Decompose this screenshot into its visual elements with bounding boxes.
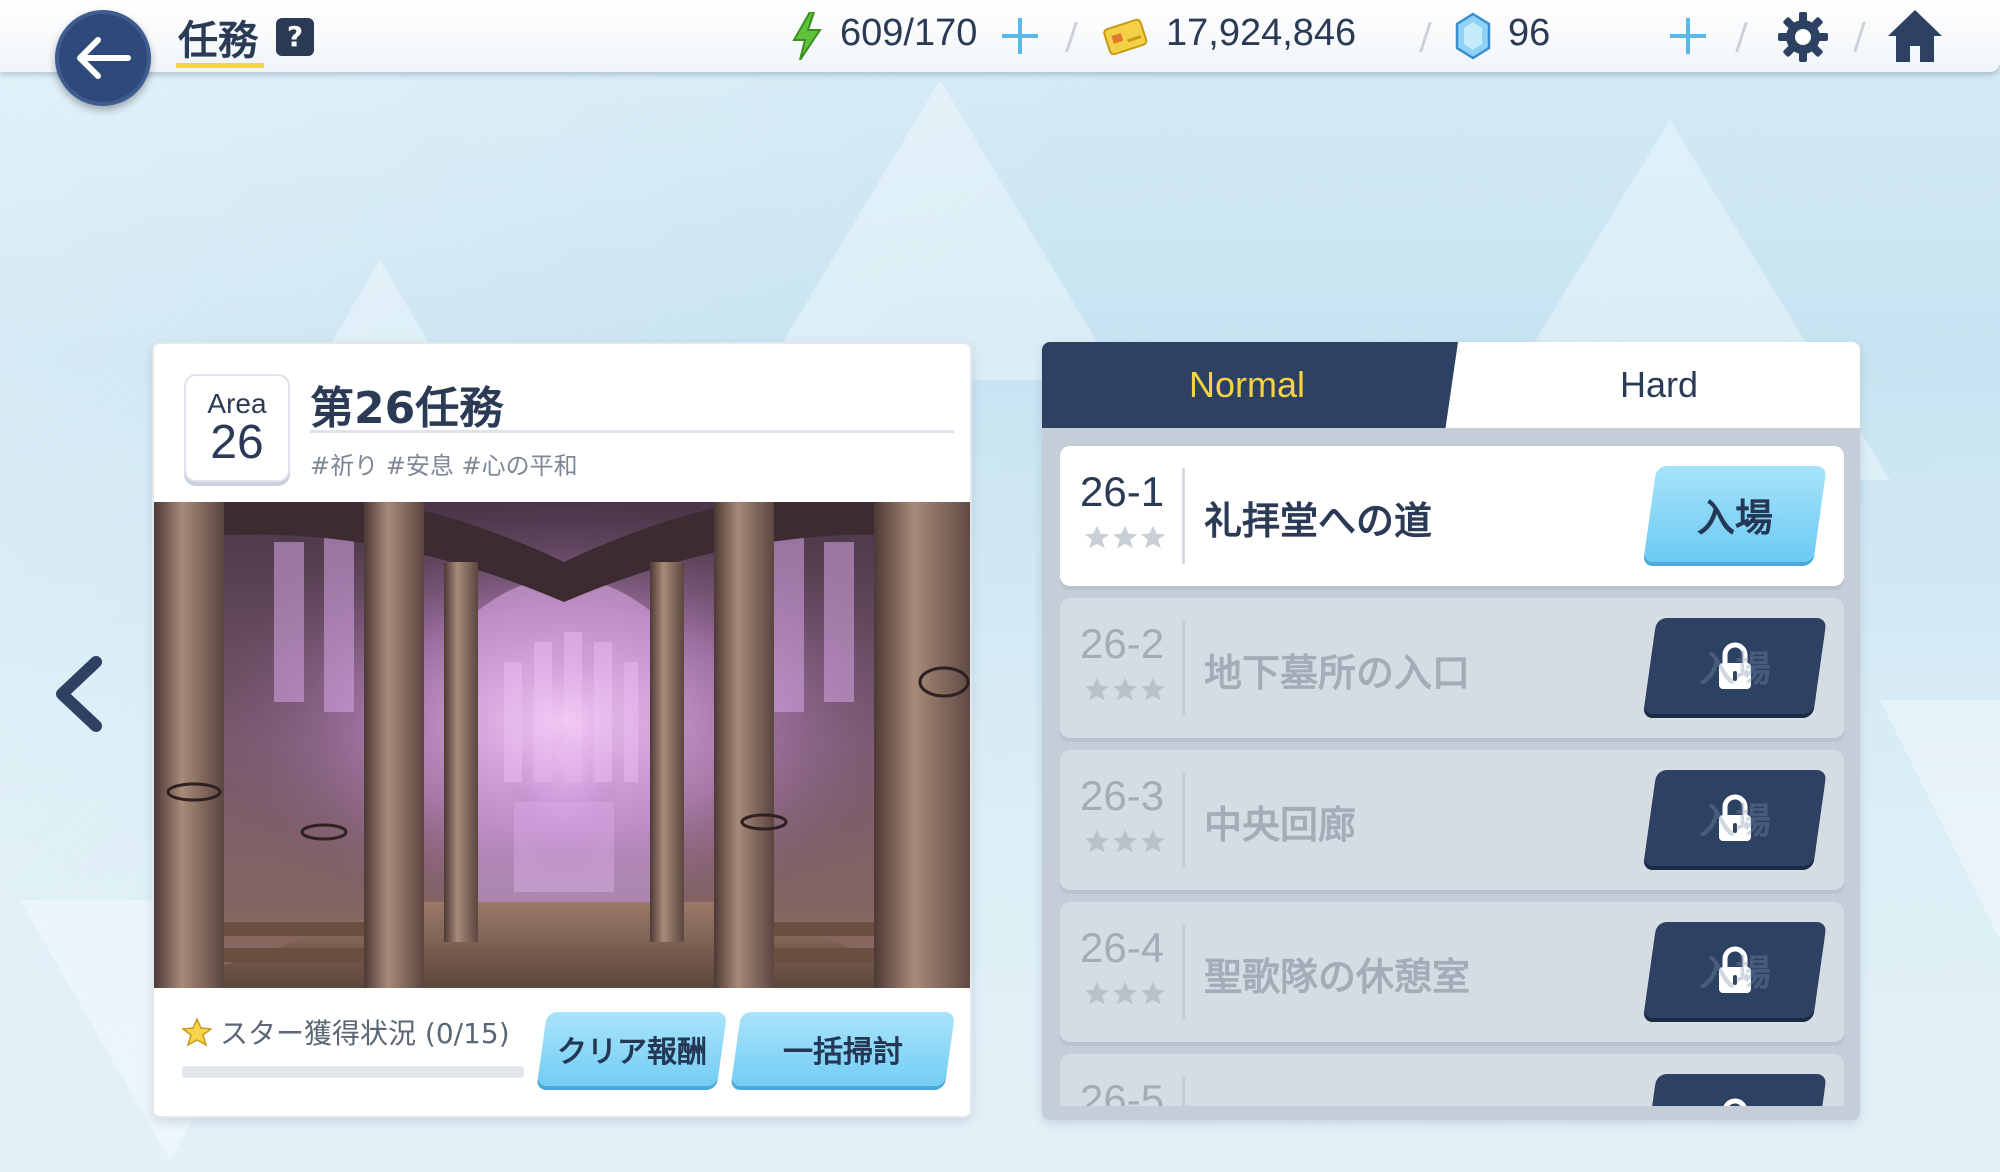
title-underline — [176, 63, 264, 68]
enter-button[interactable]: 入場 — [1643, 466, 1827, 562]
sweep-all-label: 一括掃討 — [783, 1035, 903, 1070]
stage-divider — [1182, 772, 1185, 868]
star-outline-icon — [1112, 981, 1138, 1005]
stage-name: 礼拝堂への道 — [1204, 499, 1433, 543]
stage-number: 26-4 — [1080, 924, 1165, 971]
area-badge: Area 26 — [184, 374, 290, 482]
star-outline-icon — [1084, 829, 1110, 853]
stage-row: 26-1 礼拝堂への道 入場 — [1060, 446, 1844, 586]
stage-row: 26-5 入場 — [1060, 1054, 1844, 1106]
star-icon — [182, 1017, 212, 1047]
stage-panel: Normal Hard 26-1 礼拝堂への道 入場 26-2 地下墓所の入口 … — [1042, 342, 1860, 1120]
arrow-left-icon — [77, 37, 131, 79]
mission-title: 第26任務 — [310, 383, 504, 434]
stage-stars — [1084, 524, 1166, 550]
stage-divider — [1182, 924, 1185, 1020]
previous-area-arrow[interactable] — [52, 656, 108, 732]
cathedral-artwork — [154, 502, 970, 988]
stage-list[interactable]: 26-1 礼拝堂への道 入場 26-2 地下墓所の入口 入場 26-3 中央回廊… — [1060, 446, 1844, 1106]
enter-label: 入場 — [1696, 495, 1773, 540]
star-outline-icon — [1112, 829, 1138, 853]
tab-normal-label: Normal — [1188, 364, 1305, 405]
mission-card: Area 26 第26任務 #祈り #安息 #心の平和 スター獲得状況 (0/1… — [152, 342, 972, 1118]
separator — [1419, 22, 1432, 52]
locked-button: 入場 — [1643, 922, 1827, 1018]
page-title: 任務 — [178, 18, 258, 64]
star-progress-bar — [182, 1066, 524, 1078]
star-status-label: スター獲得状況 (0/15) — [220, 1017, 510, 1050]
locked-button: 入場 — [1643, 770, 1827, 866]
star-outline-icon — [1140, 525, 1166, 549]
locked-button: 入場 — [1643, 618, 1827, 714]
lightning-icon — [792, 12, 822, 60]
stage-number: 26-1 — [1080, 468, 1165, 515]
star-outline-icon — [1084, 525, 1110, 549]
star-outline-icon — [1140, 829, 1166, 853]
sweep-all-button[interactable]: 一括掃討 — [730, 1012, 956, 1086]
star-outline-icon — [1140, 981, 1166, 1005]
top-bar: 任務 ? 609/170 17,924,846 96 — [0, 0, 2000, 72]
back-button[interactable] — [55, 10, 151, 106]
stage-number: 26-2 — [1080, 620, 1165, 667]
add-stamina-icon[interactable] — [998, 14, 1042, 58]
locked-button-label: 入場 — [1698, 801, 1771, 842]
star-outline-icon — [1140, 677, 1166, 701]
locked-button: 入場 — [1643, 1074, 1827, 1106]
gem-icon — [1455, 12, 1491, 60]
separator — [1065, 22, 1078, 52]
background-triangle — [760, 80, 1120, 380]
clear-reward-button[interactable]: クリア報酬 — [536, 1012, 728, 1086]
stage-stars — [1084, 828, 1166, 854]
stage-divider — [1182, 468, 1185, 564]
star-outline-icon — [1112, 677, 1138, 701]
credits-value: 17,924,846 — [1166, 12, 1357, 54]
area-number: 26 — [210, 416, 264, 469]
star-status: スター獲得状況 (0/15) — [182, 1012, 510, 1052]
home-icon[interactable] — [1886, 8, 1944, 64]
star-outline-icon — [1084, 981, 1110, 1005]
credit-card-icon — [1103, 18, 1148, 56]
stamina-value: 609/170 — [840, 12, 978, 54]
separator — [1735, 22, 1748, 52]
locked-button-label: 入場 — [1698, 649, 1771, 690]
gems-value: 96 — [1508, 12, 1551, 54]
stage-name: 中央回廊 — [1204, 803, 1357, 847]
help-button[interactable]: ? — [276, 18, 314, 56]
background-triangle — [1880, 700, 2000, 940]
add-gems-icon[interactable] — [1666, 14, 1710, 58]
stage-row: 26-2 地下墓所の入口 入場 — [1060, 598, 1844, 738]
separator — [1853, 22, 1866, 52]
stage-number: 26-5 — [1080, 1076, 1165, 1106]
locked-button-label: 入場 — [1698, 953, 1771, 994]
stage-name: 地下墓所の入口 — [1204, 651, 1471, 695]
title-divider — [310, 430, 954, 433]
locked-button-label: 入場 — [1699, 1096, 1771, 1106]
stage-name: 聖歌隊の休憩室 — [1204, 955, 1471, 999]
stage-row: 26-3 中央回廊 入場 — [1060, 750, 1844, 890]
stage-divider — [1182, 1076, 1185, 1106]
clear-reward-label: クリア報酬 — [557, 1035, 707, 1070]
tab-hard-label: Hard — [1619, 364, 1699, 405]
stage-divider — [1182, 620, 1185, 716]
star-outline-icon — [1084, 677, 1110, 701]
star-outline-icon — [1112, 525, 1138, 549]
stage-stars — [1084, 980, 1166, 1006]
stage-number: 26-3 — [1080, 772, 1165, 819]
stage-stars — [1084, 676, 1166, 702]
stage-row: 26-4 聖歌隊の休憩室 入場 — [1060, 902, 1844, 1042]
gear-icon[interactable] — [1776, 10, 1830, 64]
mission-tags: #祈り #安息 #心の平和 — [310, 452, 578, 480]
